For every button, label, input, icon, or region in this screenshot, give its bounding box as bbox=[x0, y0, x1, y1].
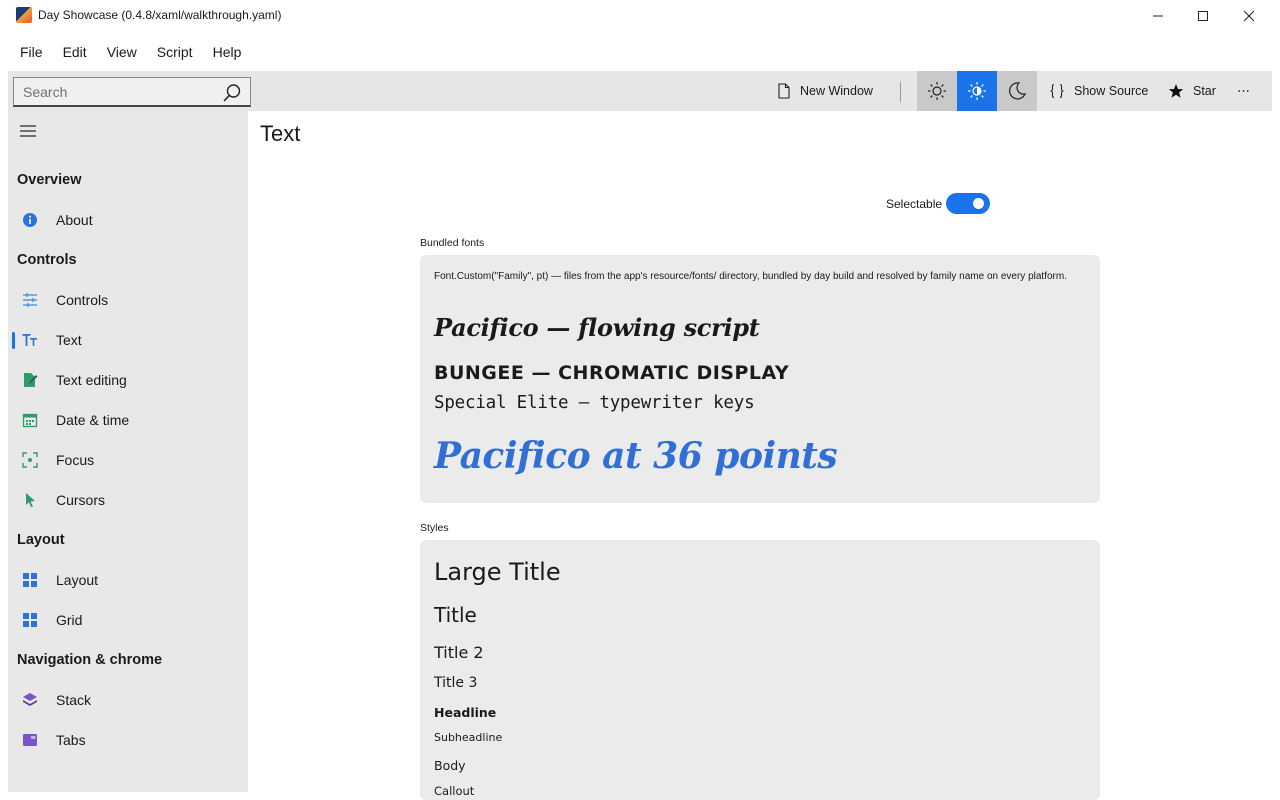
search-input[interactable] bbox=[23, 83, 213, 101]
sidebar-item-text[interactable]: Text bbox=[8, 322, 248, 358]
style-headline: Headline bbox=[434, 705, 497, 720]
sidebar-item-label: Layout bbox=[56, 572, 99, 588]
sidebar-item-label: Tabs bbox=[56, 732, 86, 748]
style-title-2: Title 2 bbox=[434, 643, 484, 662]
half-sun-icon bbox=[968, 82, 986, 100]
info-icon bbox=[23, 213, 37, 227]
hamburger-menu-icon[interactable] bbox=[19, 124, 37, 138]
section-controls: Controls bbox=[17, 252, 77, 268]
sidebar-item-label: Cursors bbox=[56, 492, 106, 508]
cursor-icon bbox=[26, 493, 35, 508]
star-icon bbox=[1168, 84, 1184, 98]
bungee-sample: BUNGEE — CHROMATIC DISPLAY bbox=[434, 362, 790, 384]
sidebar-item-grid[interactable]: Grid bbox=[8, 602, 248, 638]
pacifico-sample: Pacifico — flowing script bbox=[434, 313, 760, 342]
sidebar-item-date-time[interactable]: Date & time bbox=[8, 402, 248, 438]
pacifico-36pt-sample: Pacifico at 36 points bbox=[434, 435, 838, 477]
sidebar-item-controls[interactable]: Controls bbox=[8, 282, 248, 318]
sidebar-item-label: Date & time bbox=[56, 412, 130, 428]
grid-icon bbox=[23, 613, 37, 627]
sidebar-item-label: Controls bbox=[56, 292, 109, 308]
sidebar-item-about[interactable]: About bbox=[8, 202, 248, 238]
new-window-button[interactable]: New Window bbox=[777, 71, 873, 111]
sidebar-item-label: Grid bbox=[56, 612, 83, 628]
app-logo-icon bbox=[16, 7, 32, 23]
sidebar-item-label: Stack bbox=[56, 692, 92, 708]
special-elite-sample: Special Elite — typewriter keys bbox=[434, 393, 755, 413]
sidebar-item-label: Focus bbox=[56, 452, 95, 468]
style-body: Body bbox=[434, 758, 466, 773]
toolbar-separator bbox=[900, 82, 901, 102]
section-navigation-chrome: Navigation & chrome bbox=[17, 652, 163, 668]
section-overview: Overview bbox=[17, 172, 82, 188]
minimize-icon bbox=[1153, 15, 1163, 17]
toolbar: New Window bbox=[8, 71, 1272, 111]
sidebar-item-label: Text bbox=[56, 332, 82, 348]
moon-icon bbox=[1009, 82, 1027, 100]
braces-icon bbox=[1050, 83, 1064, 99]
sidebar: Overview About Controls Controls Text Te… bbox=[8, 111, 248, 792]
search-box[interactable] bbox=[13, 77, 251, 107]
sidebar-item-label: About bbox=[56, 212, 93, 228]
light-theme-button[interactable] bbox=[917, 71, 957, 111]
theme-switcher bbox=[917, 71, 1037, 111]
more-options-button[interactable] bbox=[1238, 71, 1258, 111]
style-title: Title bbox=[434, 603, 477, 627]
search-icon[interactable] bbox=[222, 83, 242, 103]
sidebar-item-text-editing[interactable]: Text editing bbox=[8, 362, 248, 398]
menu-script[interactable]: Script bbox=[147, 36, 203, 68]
dark-theme-button[interactable] bbox=[997, 71, 1037, 111]
style-callout: Callout bbox=[434, 784, 475, 798]
show-source-button[interactable]: Show Source bbox=[1049, 71, 1148, 111]
more-icon bbox=[1238, 90, 1249, 92]
section-layout: Layout bbox=[17, 532, 65, 548]
bundled-fonts-label: Bundled fonts bbox=[420, 237, 485, 249]
maximize-icon bbox=[1198, 11, 1208, 21]
page-title: Text bbox=[260, 121, 301, 146]
sidebar-item-tabs[interactable]: Tabs bbox=[8, 722, 248, 758]
menu-bar: File Edit View Script Help bbox=[0, 36, 251, 68]
sliders-icon bbox=[23, 293, 37, 307]
layout-grid-icon bbox=[23, 573, 37, 587]
text-icon bbox=[22, 334, 37, 346]
focus-icon bbox=[22, 452, 38, 468]
bundled-fonts-description: Font.Custom("Family", pt) — files from t… bbox=[434, 271, 1067, 282]
style-title-3: Title 3 bbox=[434, 675, 478, 691]
tabs-icon bbox=[23, 734, 37, 746]
menu-edit[interactable]: Edit bbox=[53, 36, 97, 68]
auto-theme-button[interactable] bbox=[957, 71, 997, 111]
selectable-label: Selectable bbox=[886, 197, 943, 211]
maximize-button[interactable] bbox=[1180, 0, 1226, 32]
new-window-label: New Window bbox=[800, 84, 873, 98]
title-bar: Day Showcase (0.4.8/xaml/walkthrough.yam… bbox=[0, 0, 1280, 32]
edit-document-icon bbox=[24, 373, 38, 387]
calendar-icon bbox=[22, 413, 38, 428]
new-document-icon bbox=[778, 83, 790, 99]
star-label: Star bbox=[1193, 84, 1216, 98]
sidebar-item-cursors[interactable]: Cursors bbox=[8, 482, 248, 518]
close-button[interactable] bbox=[1226, 0, 1272, 32]
style-large-title: Large Title bbox=[434, 558, 561, 586]
menu-file[interactable]: File bbox=[10, 36, 53, 68]
selectable-toggle[interactable] bbox=[946, 193, 990, 214]
menu-view[interactable]: View bbox=[97, 36, 147, 68]
window-title: Day Showcase (0.4.8/xaml/walkthrough.yam… bbox=[38, 8, 282, 22]
style-subheadline: Subheadline bbox=[434, 731, 503, 744]
styles-card: Large Title Title Title 2 Title 3 Headli… bbox=[420, 540, 1100, 800]
sidebar-item-label: Text editing bbox=[56, 372, 127, 388]
bundled-fonts-card: Font.Custom("Family", pt) — files from t… bbox=[420, 255, 1100, 503]
menu-help[interactable]: Help bbox=[203, 36, 252, 68]
star-button[interactable]: Star bbox=[1168, 71, 1216, 111]
minimize-button[interactable] bbox=[1135, 0, 1181, 32]
close-icon bbox=[1243, 10, 1255, 22]
sidebar-item-layout[interactable]: Layout bbox=[8, 562, 248, 598]
sidebar-item-stack[interactable]: Stack bbox=[8, 682, 248, 718]
toggle-knob bbox=[973, 198, 984, 209]
sidebar-item-focus[interactable]: Focus bbox=[8, 442, 248, 478]
stack-icon bbox=[23, 693, 37, 706]
sun-icon bbox=[928, 82, 946, 100]
show-source-label: Show Source bbox=[1074, 84, 1149, 98]
styles-label: Styles bbox=[420, 522, 449, 534]
